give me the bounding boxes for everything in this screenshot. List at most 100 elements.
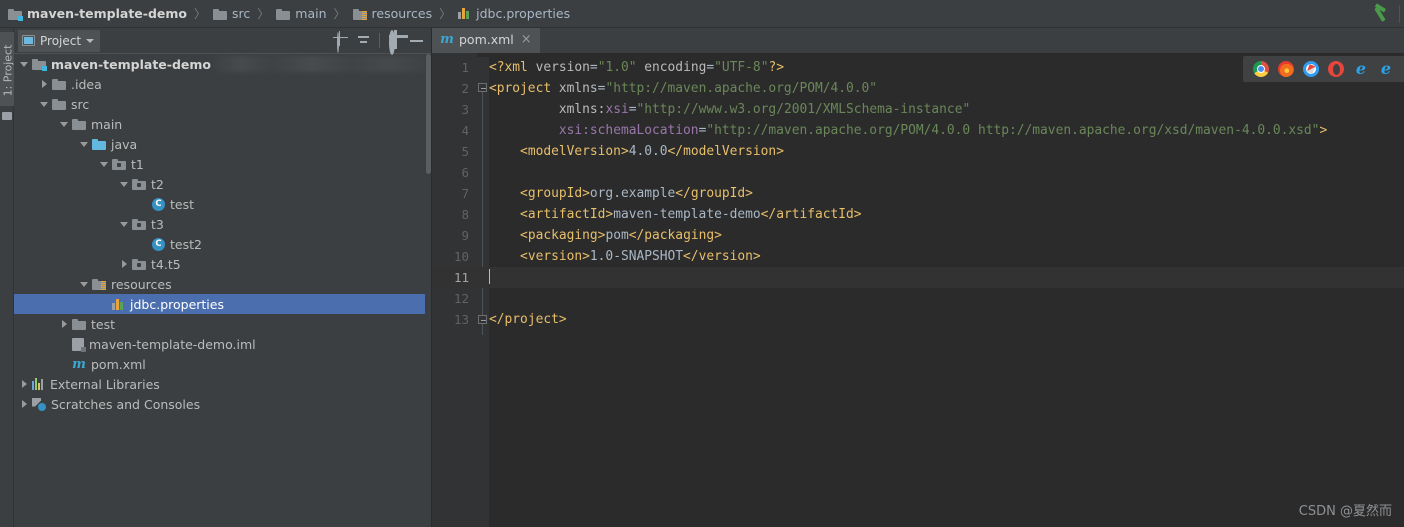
code-line[interactable] — [477, 288, 1404, 309]
project-tool-window: Project maven-template-demo .idea src main j… — [14, 28, 432, 527]
tree-node[interactable]: .idea — [14, 74, 432, 94]
code-line[interactable]: <modelVersion>4.0.0</modelVersion> — [477, 141, 1404, 162]
code-line[interactable]: <groupId>org.example</groupId> — [477, 183, 1404, 204]
code-token: xml — [504, 60, 528, 75]
code-line[interactable]: xsi:schemaLocation="http://maven.apache.… — [477, 120, 1404, 141]
chrome-icon[interactable] — [1253, 61, 1269, 77]
module-folder-icon — [32, 58, 47, 71]
code-editor[interactable]: 1 2 3 4 5 6 7 8 9 10 11 12 13 <?xml version="1.0" en… — [432, 53, 1404, 527]
tree-node[interactable]: External Libraries — [14, 374, 432, 394]
tree-node[interactable]: maven-template-demo.iml — [14, 334, 432, 354]
text-caret — [489, 269, 490, 284]
breadcrumb-separator: 〉 — [194, 7, 207, 21]
tree-node-label: resources — [111, 276, 172, 292]
browser-launch-bar: ee — [1243, 56, 1404, 82]
edge-icon[interactable]: e — [1378, 61, 1394, 77]
code-line[interactable] — [477, 267, 1404, 288]
code-line[interactable]: <version>1.0-SNAPSHOT</version> — [477, 246, 1404, 267]
code-token: > — [745, 186, 753, 201]
tree-node[interactable]: m pom.xml — [14, 354, 432, 374]
breadcrumb-item-main[interactable]: main — [274, 0, 328, 28]
left-tool-window-bar: 1: Project — [0, 28, 15, 527]
chevron-right-icon[interactable] — [20, 399, 30, 409]
tree-node-label: test — [170, 196, 195, 212]
code-token: = — [628, 102, 637, 117]
tree-node[interactable]: t1 — [14, 154, 432, 174]
hammer-build-icon[interactable] — [1373, 2, 1393, 24]
tree-node[interactable]: Scratches and Consoles — [14, 394, 432, 414]
tree-node-label: t2 — [151, 176, 164, 192]
code-token: > — [620, 144, 629, 159]
project-tree[interactable]: maven-template-demo .idea src main java t1 t2 C… — [14, 54, 432, 527]
code-token: ?> — [768, 60, 784, 75]
collapse-all-icon[interactable] — [356, 33, 371, 48]
tree-node-selected[interactable]: jdbc.properties — [14, 294, 432, 314]
tree-node[interactable]: t3 — [14, 214, 432, 234]
code-token: = — [706, 60, 715, 75]
close-icon[interactable]: × — [519, 33, 534, 46]
tree-node[interactable]: maven-template-demo — [14, 54, 432, 74]
tree-node[interactable]: java — [14, 134, 432, 154]
code-line[interactable]: xmlns:xsi="http://www.w3.org/2001/XMLSch… — [477, 99, 1404, 120]
breadcrumb-item-jdbc-properties[interactable]: jdbc.properties — [456, 0, 572, 28]
firefox-icon[interactable] — [1278, 61, 1294, 77]
code-token: </ — [675, 186, 691, 201]
project-panel-title: Project — [40, 33, 82, 48]
line-number-gutter: 1 2 3 4 5 6 7 8 9 10 11 12 13 — [432, 53, 477, 527]
chevron-down-icon[interactable] — [80, 139, 90, 149]
navigation-bar: maven-template-demo 〉 src 〉 main 〉 resources 〉 j… — [0, 0, 1404, 28]
tool-button-project[interactable]: 1: Project — [0, 32, 15, 106]
select-opened-file-icon[interactable] — [335, 32, 350, 53]
chevron-down-icon[interactable] — [80, 279, 90, 289]
project-view-selector[interactable]: Project — [18, 29, 101, 52]
chevron-down-icon[interactable] — [120, 219, 130, 229]
code-token: packaging — [527, 228, 598, 243]
opera-icon[interactable] — [1328, 61, 1344, 77]
tree-node[interactable]: t4.t5 — [14, 254, 432, 274]
code-line[interactable]: <artifactId>maven-template-demo</artifac… — [477, 204, 1404, 225]
breadcrumb-item-resources[interactable]: resources — [351, 0, 435, 28]
ie-icon[interactable]: e — [1353, 61, 1369, 77]
tree-node[interactable]: main — [14, 114, 432, 134]
tree-node[interactable]: Ctest — [14, 194, 432, 214]
source-folder-icon — [92, 138, 106, 150]
breadcrumb-item-maven-template-demo[interactable]: maven-template-demo — [6, 0, 189, 28]
tree-node[interactable]: Ctest2 — [14, 234, 432, 254]
minimize-icon[interactable] — [409, 33, 424, 48]
editor-tab-label: pom.xml — [459, 32, 514, 47]
gear-icon[interactable] — [388, 30, 403, 55]
breadcrumb-item-label: maven-template-demo — [27, 6, 187, 21]
code-content[interactable]: <?xml version="1.0" encoding="UTF-8"?> <p… — [477, 53, 1404, 527]
editor-tab-pom-xml[interactable]: m pom.xml × — [432, 28, 540, 53]
chevron-down-icon[interactable] — [20, 59, 30, 69]
chevron-right-icon[interactable] — [20, 379, 30, 389]
folder-icon — [72, 118, 86, 130]
tree-node[interactable]: test — [14, 314, 432, 334]
chevron-right-icon[interactable] — [40, 79, 50, 89]
chevron-right-icon[interactable] — [120, 259, 130, 269]
line-number: 12 — [453, 291, 469, 306]
code-line[interactable]: <packaging>pom</packaging> — [477, 225, 1404, 246]
chevron-down-icon[interactable] — [100, 159, 110, 169]
code-line[interactable]: </project> — [477, 309, 1404, 330]
chevron-down-icon[interactable] — [86, 38, 95, 43]
chevron-down-icon[interactable] — [120, 179, 130, 189]
tree-node-label: t1 — [131, 156, 144, 172]
package-icon — [132, 178, 146, 190]
tree-node[interactable]: src — [14, 94, 432, 114]
chevron-down-icon[interactable] — [40, 99, 50, 109]
safari-icon[interactable] — [1303, 61, 1319, 77]
code-line[interactable] — [477, 162, 1404, 183]
tree-node[interactable]: resources — [14, 274, 432, 294]
tree-node[interactable]: t2 — [14, 174, 432, 194]
line-number: 9 — [461, 228, 469, 243]
chevron-down-icon[interactable] — [60, 119, 70, 129]
breadcrumb-item-label: src — [232, 6, 251, 21]
line-number: 11 — [432, 267, 477, 288]
code-token: > — [1319, 123, 1328, 138]
chevron-right-icon[interactable] — [60, 319, 70, 329]
breadcrumb-item-src[interactable]: src — [211, 0, 252, 28]
